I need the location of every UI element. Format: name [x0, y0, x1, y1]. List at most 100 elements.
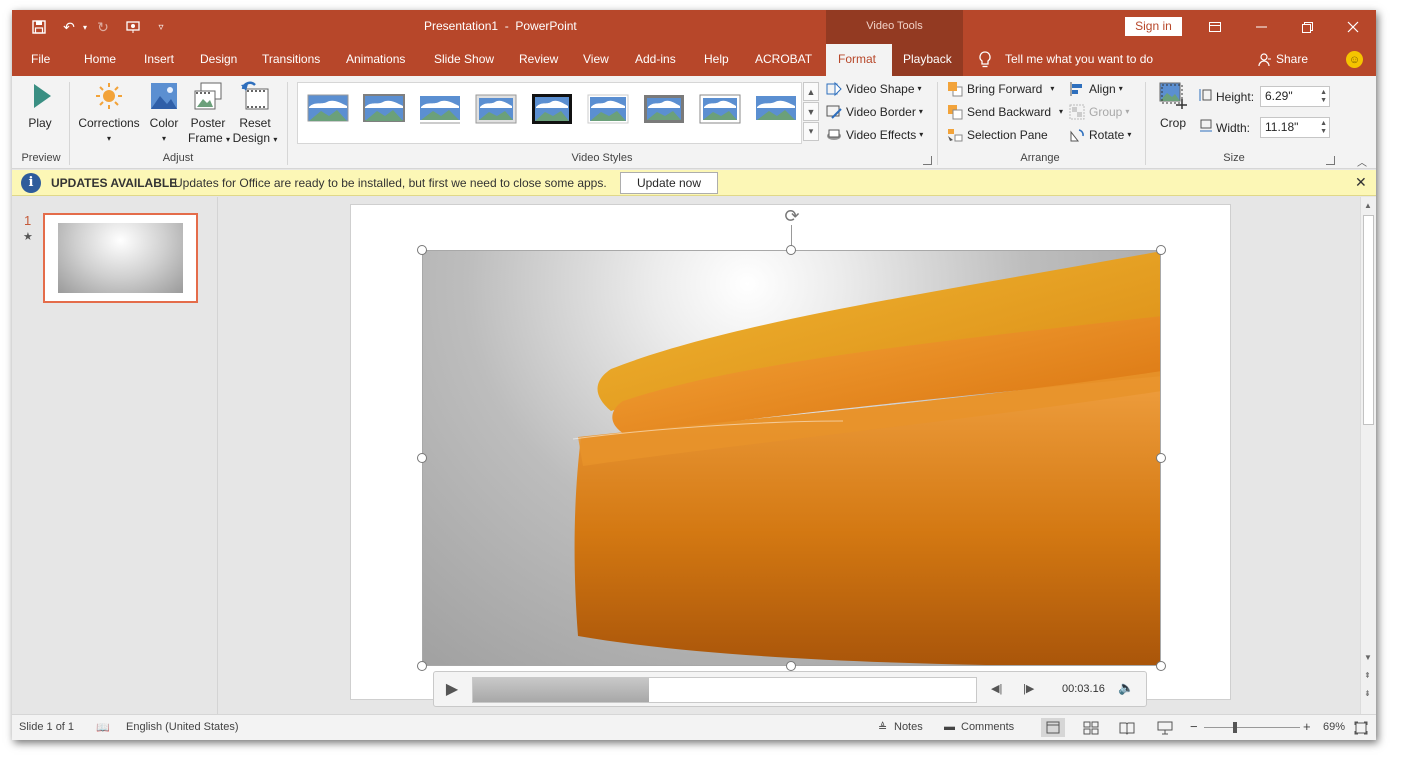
tab-transitions[interactable]: Transitions [262, 44, 320, 76]
scroll-up-icon[interactable]: ▲ [1364, 201, 1372, 210]
gallery-more-icon[interactable]: ▾ [803, 122, 819, 141]
video-style-thumb[interactable] [531, 93, 573, 125]
tab-add-ins[interactable]: Add-ins [635, 44, 676, 76]
update-now-button[interactable]: Update now [620, 172, 718, 194]
comments-icon[interactable]: ▬ [944, 721, 955, 733]
play-video-icon[interactable]: ▶ [442, 680, 462, 700]
width-field[interactable]: 11.18" ▲ ▼ [1260, 117, 1330, 138]
scrollbar-thumb[interactable] [1363, 215, 1374, 425]
rotate-handle-icon[interactable]: ⟳ [781, 205, 803, 227]
tab-review[interactable]: Review [519, 44, 558, 76]
height-spin-up-icon[interactable]: ▲ [1320, 89, 1327, 97]
video-border-button[interactable]: Video Border ▾ [826, 102, 923, 122]
video-style-thumb[interactable] [643, 93, 685, 125]
resize-handle[interactable] [786, 661, 796, 671]
resize-handle[interactable] [1156, 453, 1166, 463]
height-field[interactable]: 6.29" ▲ ▼ [1260, 86, 1330, 107]
notes-button[interactable]: Notes [894, 721, 923, 733]
close-notification-icon[interactable]: ✕ [1355, 174, 1367, 191]
corrections-button[interactable]: Corrections ▾ [76, 80, 142, 146]
notes-icon[interactable]: ≜ [878, 721, 887, 734]
video-style-thumb[interactable] [475, 93, 517, 125]
video-styles-launcher-icon[interactable] [923, 156, 932, 165]
height-spin-down-icon[interactable]: ▼ [1320, 97, 1327, 105]
tell-me-search[interactable]: Tell me what you want to do [1005, 44, 1153, 76]
tab-playback[interactable]: Playback [903, 44, 952, 76]
size-launcher-icon[interactable] [1326, 156, 1335, 165]
width-spin-down-icon[interactable]: ▼ [1320, 128, 1327, 136]
selection-pane-button[interactable]: Selection Pane [947, 125, 1048, 145]
tab-animations[interactable]: Animations [346, 44, 405, 76]
gallery-scroll-down-icon[interactable]: ▼ [803, 102, 819, 121]
width-spin-up-icon[interactable]: ▲ [1320, 120, 1327, 128]
slide-sorter-icon[interactable] [1083, 721, 1099, 735]
volume-icon[interactable]: 🔈 [1118, 680, 1134, 696]
fit-to-window-icon[interactable] [1354, 721, 1368, 735]
group-button[interactable]: Group ▾ [1069, 102, 1129, 122]
video-shape-button[interactable]: Video Shape ▾ [826, 79, 922, 99]
tab-acrobat[interactable]: ACROBAT [755, 44, 812, 76]
comments-button[interactable]: Comments [961, 721, 1014, 733]
video-effects-button[interactable]: Video Effects ▾ [826, 125, 923, 145]
spelling-icon[interactable]: 📖 [96, 721, 110, 734]
collapse-ribbon-icon[interactable]: ︿ [1357, 154, 1367, 169]
restore-icon[interactable] [1287, 15, 1327, 39]
redo-icon[interactable]: ↻ [92, 17, 114, 37]
tab-file[interactable]: File [31, 44, 50, 76]
smiley-icon[interactable]: ☺ [1346, 51, 1363, 68]
minimize-icon[interactable] [1241, 15, 1281, 39]
normal-view-icon[interactable] [1041, 718, 1065, 737]
tab-help[interactable]: Help [704, 44, 729, 76]
video-style-thumb[interactable] [755, 93, 797, 125]
send-backward-button[interactable]: Send Backward ▾ [947, 102, 1063, 122]
color-button[interactable]: Color ▾ [148, 80, 180, 146]
gallery-scroll-up-icon[interactable]: ▲ [803, 82, 819, 101]
scroll-down-icon[interactable]: ▼ [1364, 653, 1372, 662]
align-button[interactable]: Align ▾ [1069, 79, 1123, 99]
reading-view-icon[interactable] [1119, 721, 1135, 735]
video-style-thumb[interactable] [419, 93, 461, 125]
customize-qat-icon[interactable]: ▿ [150, 17, 172, 37]
presenter-icon[interactable] [122, 17, 144, 37]
next-slide-icon[interactable]: ⇟ [1364, 689, 1371, 698]
tab-home[interactable]: Home [84, 44, 116, 76]
previous-slide-icon[interactable]: ⇞ [1364, 671, 1371, 680]
video-style-thumb[interactable] [363, 93, 405, 125]
zoom-in-icon[interactable]: + [1303, 719, 1311, 734]
video-style-thumb[interactable] [699, 93, 741, 125]
share-button[interactable]: Share [1276, 44, 1308, 76]
crop-button[interactable]: Crop [1155, 80, 1191, 131]
slide-thumbnail[interactable] [43, 213, 198, 303]
video-style-thumb[interactable] [307, 93, 349, 125]
ribbon-display-icon[interactable] [1195, 15, 1235, 39]
tab-format[interactable]: Format [838, 44, 876, 76]
zoom-slider[interactable] [1204, 727, 1300, 728]
tab-design[interactable]: Design [200, 44, 237, 76]
tab-view[interactable]: View [583, 44, 609, 76]
sign-in-button[interactable]: Sign in [1125, 17, 1182, 36]
reset-design-button[interactable]: Reset Design ▾ [232, 80, 278, 147]
zoom-out-icon[interactable]: − [1190, 719, 1198, 734]
resize-handle[interactable] [1156, 245, 1166, 255]
tab-insert[interactable]: Insert [144, 44, 174, 76]
resize-handle[interactable] [417, 245, 427, 255]
next-frame-icon[interactable]: |▶ [1023, 682, 1034, 695]
progress-track[interactable] [472, 677, 977, 703]
slideshow-view-icon[interactable] [1157, 721, 1173, 735]
rotate-button[interactable]: Rotate ▾ [1069, 125, 1131, 145]
play-button[interactable]: Play [26, 80, 54, 131]
zoom-percentage[interactable]: 69% [1323, 721, 1345, 733]
resize-handle[interactable] [417, 453, 427, 463]
resize-handle[interactable] [786, 245, 796, 255]
bring-forward-button[interactable]: Bring Forward ▾ [947, 79, 1054, 99]
save-icon[interactable] [28, 17, 50, 37]
previous-frame-icon[interactable]: ◀| [991, 682, 1002, 695]
resize-handle[interactable] [417, 661, 427, 671]
close-icon[interactable] [1333, 15, 1373, 39]
tab-slide-show[interactable]: Slide Show [434, 44, 494, 76]
video-style-thumb[interactable] [587, 93, 629, 125]
language-indicator[interactable]: English (United States) [126, 721, 239, 733]
video-object[interactable] [422, 250, 1161, 666]
vertical-scrollbar[interactable]: ▲ ▼ ⇞ ⇟ [1360, 197, 1376, 714]
poster-frame-button[interactable]: Poster Frame ▾ [188, 80, 230, 147]
